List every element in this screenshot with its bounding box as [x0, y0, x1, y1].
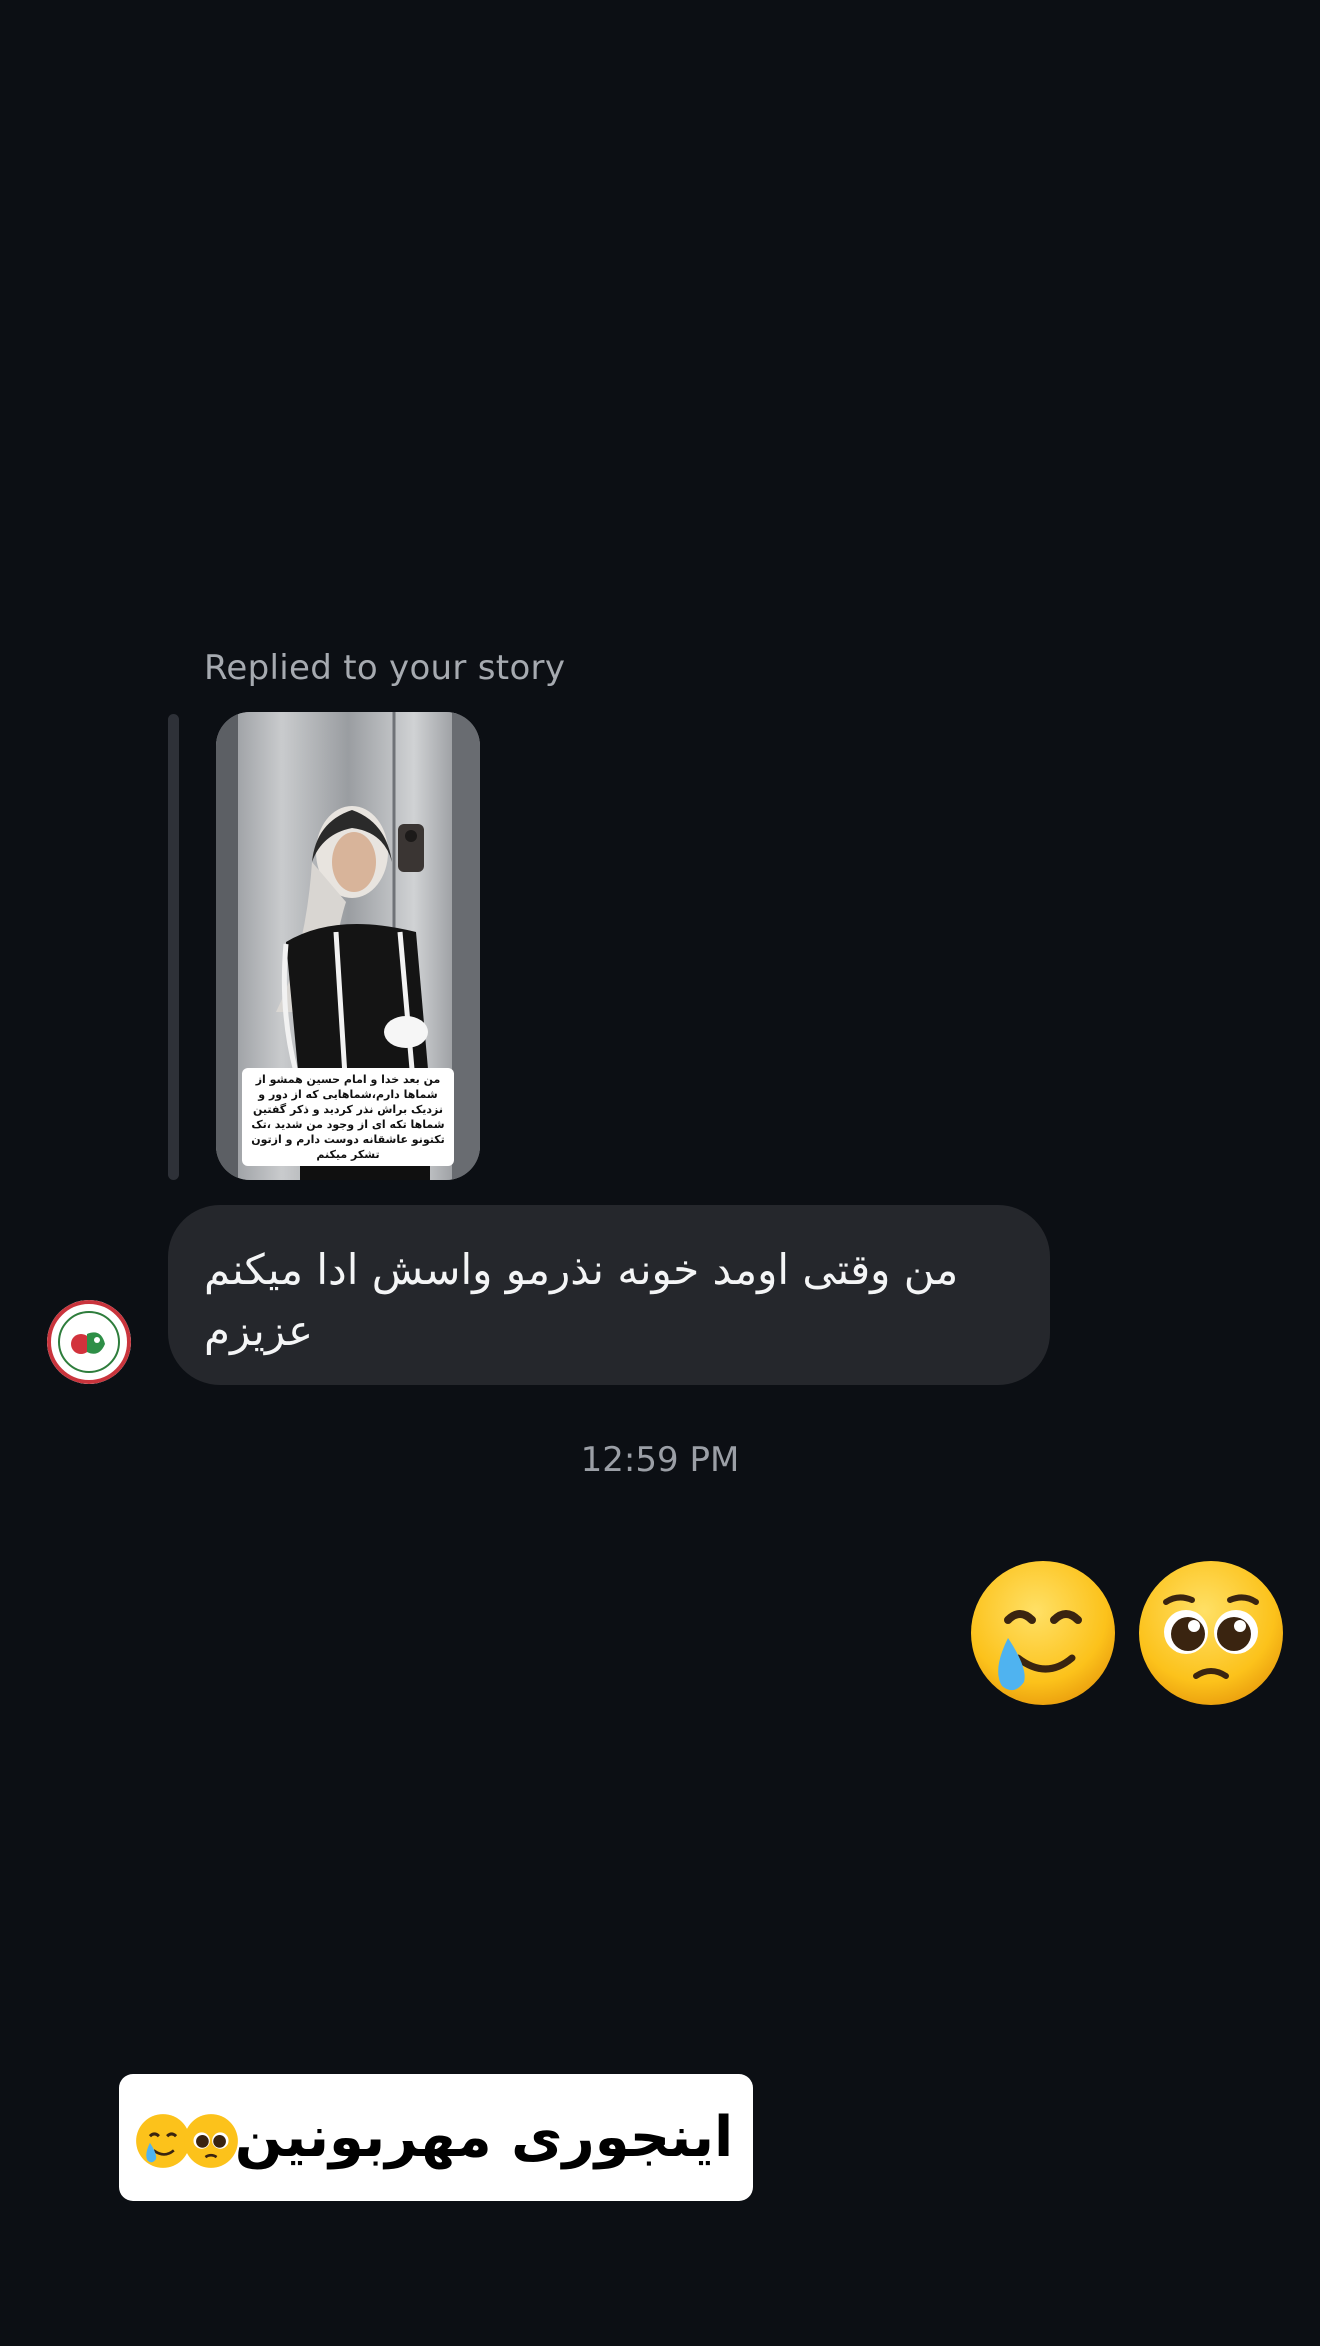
message-text: من وقتی اومد خونه نذرمو واسش ادا میکنم ع… — [204, 1245, 959, 1355]
message-timestamp: 12:59 PM — [580, 1440, 740, 1480]
message-bubble[interactable]: من وقتی اومد خونه نذرمو واسش ادا میکنم ع… — [168, 1205, 1050, 1385]
reply-indicator-bar — [168, 714, 179, 1180]
avatar-logo-icon — [47, 1300, 131, 1384]
smiling-face-with-tear-emoji[interactable] — [968, 1558, 1118, 1708]
caption-words: اینجوری مهربونین — [234, 2105, 734, 2170]
sender-avatar[interactable] — [47, 1300, 131, 1384]
reply-header: Replied to your story — [204, 648, 566, 688]
pleading-face-emoji[interactable] — [1136, 1558, 1286, 1708]
overlay-caption-box: اینجوری مهربونین — [119, 2074, 753, 2201]
story-thumbnail[interactable]: من بعد خدا و امام حسین همشو از شماها دار… — [216, 712, 480, 1180]
pleading-face-icon — [183, 2113, 238, 2168]
overlay-caption-text: اینجوری مهربونین — [135, 2105, 734, 2170]
story-caption: من بعد خدا و امام حسین همشو از شماها دار… — [242, 1068, 454, 1166]
